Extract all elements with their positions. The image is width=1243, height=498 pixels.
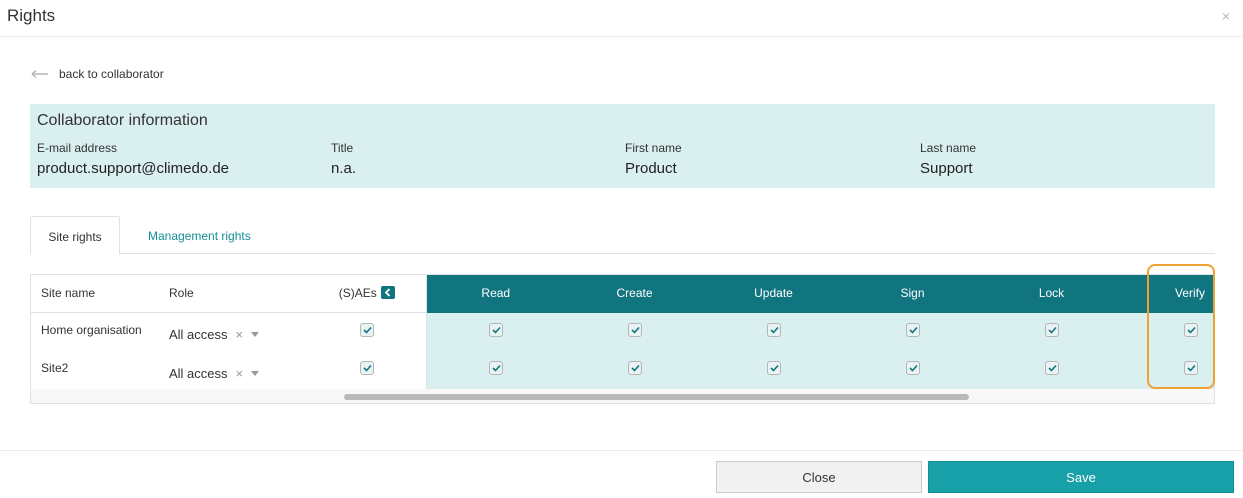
modal-footer: Close Save <box>0 450 1243 498</box>
role-select[interactable]: All access × <box>169 312 308 351</box>
last-name-value: Support <box>920 160 973 177</box>
back-to-collaborator-link[interactable]: back to collaborator <box>31 67 164 81</box>
saes-cell <box>308 351 427 390</box>
role-value: All access <box>169 327 228 343</box>
header-read: Read <box>426 275 565 313</box>
verify-cell <box>1121 312 1214 351</box>
first-name-label: First name <box>625 141 682 155</box>
header-saes: (S)AEs <box>308 275 427 313</box>
header-lock: Lock <box>982 275 1121 313</box>
site-rights-table: Site name Role (S)AEs Read Create Update… <box>30 274 1215 404</box>
modal-title: Rights <box>7 6 56 25</box>
title-value: n.a. <box>331 160 357 177</box>
caret-down-icon[interactable] <box>251 332 260 338</box>
role-select-inner: All access × <box>169 321 308 342</box>
lock-checkbox[interactable] <box>1044 361 1059 376</box>
site-name-cell: Home organisation <box>31 312 169 351</box>
update-cell <box>704 312 843 351</box>
create-cell <box>565 351 704 390</box>
title-label: Title <box>331 141 354 155</box>
first-name-value: Product <box>625 160 677 177</box>
role-select[interactable]: All access × <box>169 351 308 390</box>
read-cell <box>426 312 565 351</box>
table-row: Site2 All access × <box>31 351 1214 390</box>
save-button[interactable]: Save <box>928 461 1234 493</box>
clear-icon[interactable]: × <box>236 327 244 342</box>
sign-cell <box>843 312 982 351</box>
close-icon[interactable]: × <box>1222 8 1230 24</box>
email-field: E-mail address product.support@climedo.d… <box>37 141 229 177</box>
update-cell <box>704 351 843 390</box>
saes-checkbox[interactable] <box>359 361 374 376</box>
header-saes-label: (S)AEs <box>338 286 377 301</box>
site-name-cell: Site2 <box>31 351 169 390</box>
lock-checkbox[interactable] <box>1044 322 1059 337</box>
header-role: Role <box>169 275 308 313</box>
verify-cell <box>1121 351 1214 390</box>
read-checkbox[interactable] <box>488 361 503 376</box>
sign-cell <box>843 351 982 390</box>
header-verify: Verify <box>1121 275 1214 313</box>
caret-down-icon[interactable] <box>251 371 260 376</box>
update-checkbox[interactable] <box>766 361 781 376</box>
chevron-left-icon[interactable] <box>380 286 395 300</box>
tab-management-rights[interactable]: Management rights <box>148 216 251 255</box>
title-field: Title n.a. <box>331 141 356 177</box>
close-button[interactable]: Close <box>716 461 922 493</box>
collaborator-info-heading: Collaborator information <box>37 112 208 129</box>
rights-tabs: Site rights Management rights <box>30 216 1215 255</box>
lock-cell <box>982 351 1121 390</box>
read-checkbox[interactable] <box>488 322 503 337</box>
create-cell <box>565 312 704 351</box>
modal-header: Rights × <box>0 0 1243 37</box>
create-checkbox[interactable] <box>627 361 642 376</box>
sign-checkbox[interactable] <box>905 322 920 337</box>
header-site-name: Site name <box>31 275 169 313</box>
email-value: product.support@climedo.de <box>37 160 229 177</box>
saes-checkbox[interactable] <box>359 322 374 337</box>
header-update: Update <box>704 275 843 313</box>
header-sign: Sign <box>843 275 982 313</box>
horizontal-scrollbar[interactable] <box>31 389 1214 403</box>
last-name-field: Last name Support <box>920 141 976 177</box>
table-header-row: Site name Role (S)AEs Read Create Update… <box>31 275 1214 313</box>
create-checkbox[interactable] <box>627 322 642 337</box>
scrollbar-thumb[interactable] <box>344 394 969 400</box>
tab-site-rights[interactable]: Site rights <box>30 216 120 255</box>
verify-checkbox[interactable] <box>1184 361 1198 376</box>
last-name-label: Last name <box>920 141 977 155</box>
email-label: E-mail address <box>37 141 118 155</box>
read-cell <box>426 351 565 390</box>
sign-checkbox[interactable] <box>905 361 920 376</box>
role-select-inner: All access × <box>169 360 308 381</box>
lock-cell <box>982 312 1121 351</box>
collaborator-info-panel: Collaborator information E-mail address … <box>30 104 1215 188</box>
back-link-label: back to collaborator <box>59 67 164 81</box>
clear-icon[interactable]: × <box>236 366 244 381</box>
header-create: Create <box>565 275 704 313</box>
role-value: All access <box>169 366 228 381</box>
update-checkbox[interactable] <box>766 322 781 337</box>
table-row: Home organisation All access × <box>31 312 1214 351</box>
verify-checkbox[interactable] <box>1184 322 1198 337</box>
arrow-left-icon <box>31 68 49 80</box>
first-name-field: First name Product <box>625 141 682 177</box>
saes-cell <box>308 312 427 351</box>
